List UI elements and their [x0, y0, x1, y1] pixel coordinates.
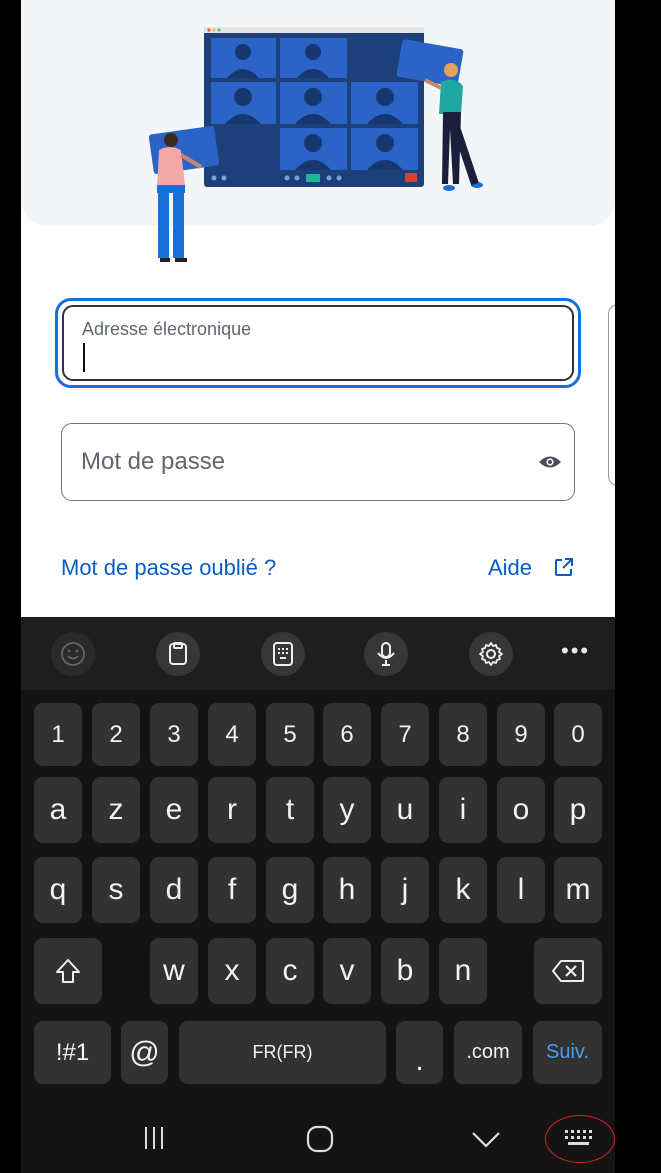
key-w[interactable]: w	[150, 938, 198, 1004]
symbols-key[interactable]: !#1	[34, 1021, 111, 1084]
recent-apps-icon[interactable]	[141, 1125, 167, 1151]
email-field-inner: Adresse électronique	[62, 305, 574, 381]
hide-keyboard-chevron-icon[interactable]	[471, 1131, 501, 1149]
key-j[interactable]: j	[381, 857, 429, 923]
key-c[interactable]: c	[266, 938, 314, 1004]
key-r[interactable]: r	[208, 777, 256, 843]
space-key[interactable]: FR(FR)	[179, 1021, 386, 1084]
key-0[interactable]: 0	[554, 703, 602, 766]
key-p[interactable]: p	[554, 777, 602, 843]
period-key[interactable]: .	[396, 1021, 443, 1084]
backspace-icon	[552, 960, 584, 982]
key-a[interactable]: a	[34, 777, 82, 843]
settings-gear-icon[interactable]	[469, 632, 513, 676]
emoji-icon[interactable]	[51, 632, 95, 676]
key-4[interactable]: 4	[208, 703, 256, 766]
key-5[interactable]: 5	[266, 703, 314, 766]
forgot-password-link[interactable]: Mot de passe oublié ?	[61, 555, 276, 581]
key-o[interactable]: o	[497, 777, 545, 843]
key-6[interactable]: 6	[323, 703, 371, 766]
next-key[interactable]: Suiv.	[533, 1021, 602, 1084]
key-z[interactable]: z	[92, 777, 140, 843]
key-d[interactable]: d	[150, 857, 198, 923]
offscreen-panel-edge	[608, 304, 615, 486]
key-q[interactable]: q	[34, 857, 82, 923]
navigation-bar	[21, 1107, 615, 1173]
at-key[interactable]: @	[121, 1021, 168, 1084]
key-1[interactable]: 1	[34, 703, 82, 766]
on-screen-keyboard: ••• 1 2 3 4 5 6 7 8 9 0 a z e r t y u i …	[21, 617, 615, 1173]
shift-arrow-icon	[56, 959, 80, 983]
key-e[interactable]: e	[150, 777, 198, 843]
key-v[interactable]: v	[323, 938, 371, 1004]
microphone-icon[interactable]	[364, 632, 408, 676]
backspace-key[interactable]	[534, 938, 602, 1004]
password-label: Mot de passe	[81, 448, 226, 475]
more-options-icon[interactable]: •••	[561, 640, 590, 662]
key-m[interactable]: m	[554, 857, 602, 923]
key-n[interactable]: n	[439, 938, 487, 1004]
key-3[interactable]: 3	[150, 703, 198, 766]
email-label: Adresse électronique	[82, 319, 252, 339]
key-9[interactable]: 9	[497, 703, 545, 766]
video-conference-illustration	[148, 27, 483, 262]
keyboard-toolbar: •••	[21, 617, 615, 690]
key-l[interactable]: l	[497, 857, 545, 923]
key-s[interactable]: s	[92, 857, 140, 923]
clipboard-icon[interactable]	[156, 632, 200, 676]
key-y[interactable]: y	[323, 777, 371, 843]
eye-icon[interactable]	[538, 451, 562, 473]
text-cursor	[83, 343, 85, 372]
key-8[interactable]: 8	[439, 703, 487, 766]
external-link-icon[interactable]	[553, 556, 575, 578]
key-u[interactable]: u	[381, 777, 429, 843]
shift-key[interactable]	[34, 938, 102, 1004]
help-link[interactable]: Aide	[488, 555, 532, 581]
dotcom-key[interactable]: .com	[454, 1021, 522, 1084]
home-icon[interactable]	[306, 1125, 334, 1153]
key-x[interactable]: x	[208, 938, 256, 1004]
key-h[interactable]: h	[323, 857, 371, 923]
email-field[interactable]: Adresse électronique	[55, 298, 581, 388]
key-t[interactable]: t	[266, 777, 314, 843]
key-k[interactable]: k	[439, 857, 487, 923]
keypad-mode-icon[interactable]	[261, 632, 305, 676]
key-f[interactable]: f	[208, 857, 256, 923]
key-g[interactable]: g	[266, 857, 314, 923]
key-i[interactable]: i	[439, 777, 487, 843]
password-field[interactable]: Mot de passe	[61, 423, 575, 501]
key-b[interactable]: b	[381, 938, 429, 1004]
key-2[interactable]: 2	[92, 703, 140, 766]
highlight-annotation-circle	[545, 1115, 615, 1163]
key-7[interactable]: 7	[381, 703, 429, 766]
login-screen: Adresse électronique Mot de passe Mot de…	[21, 0, 615, 617]
